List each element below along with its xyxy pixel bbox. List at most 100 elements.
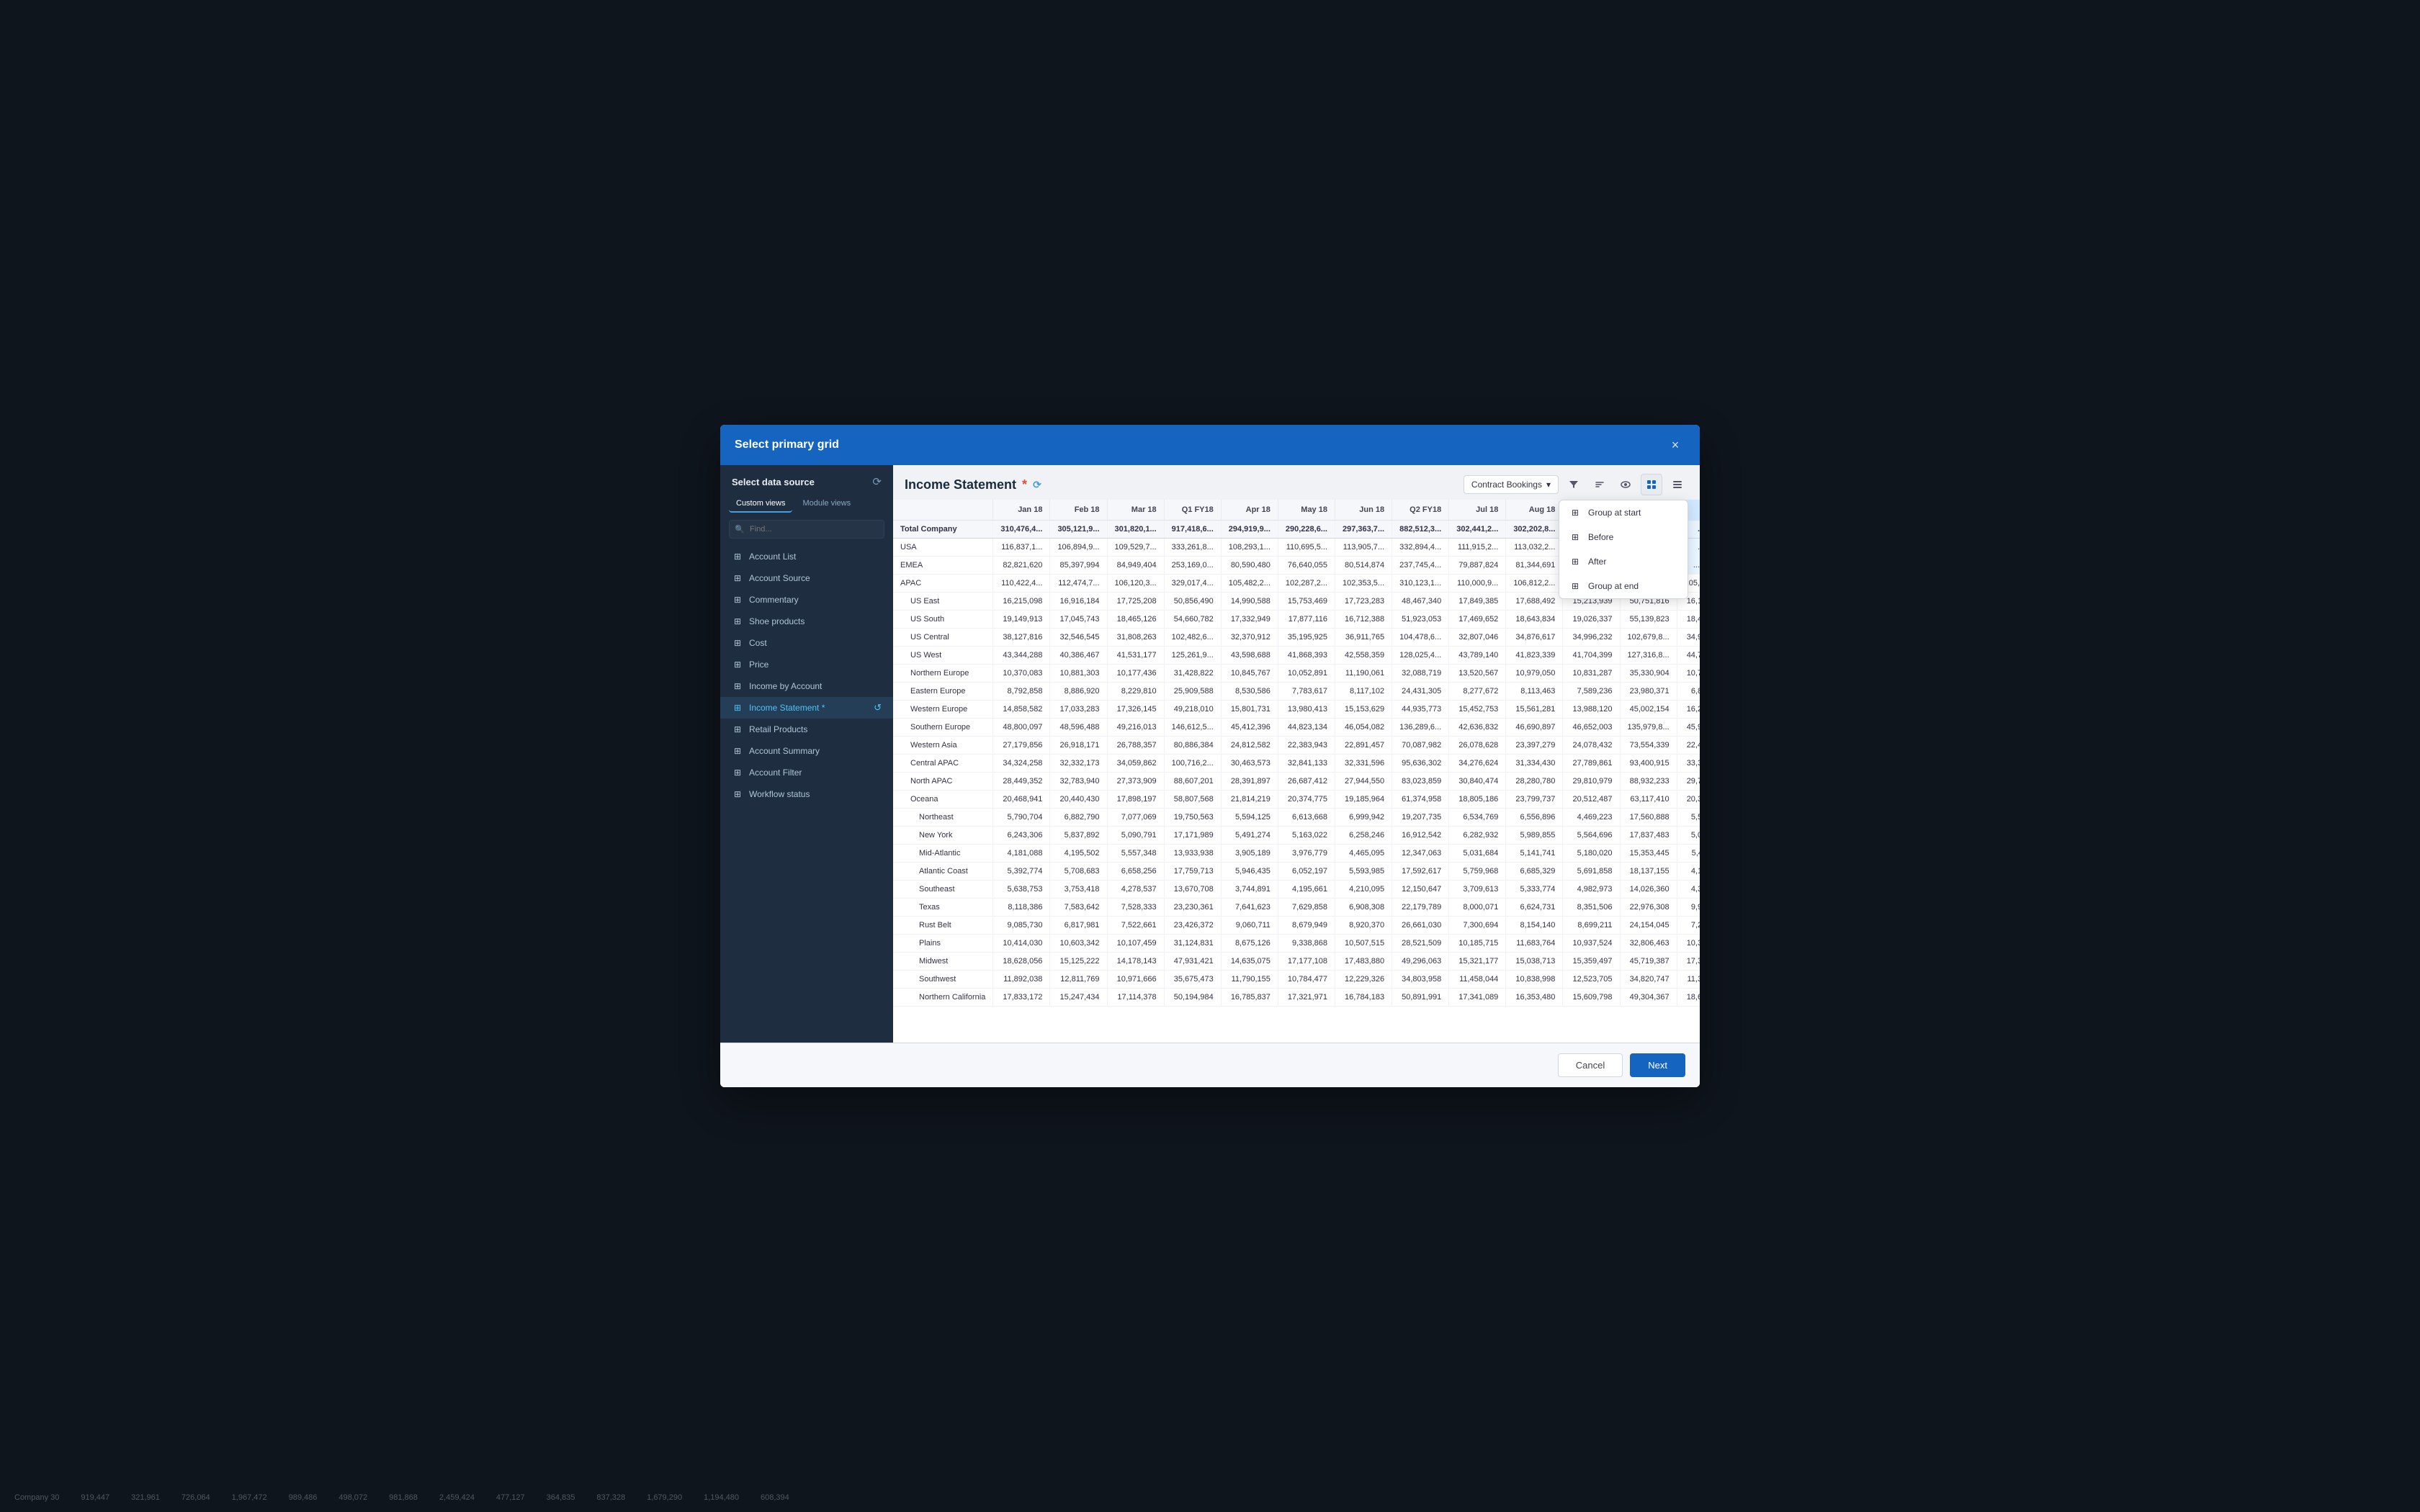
row-cell: 4,195,502 <box>1050 845 1107 863</box>
tab-custom-views[interactable]: Custom views <box>729 495 792 513</box>
row-cell: 102,679,8... <box>1620 629 1677 647</box>
eye-icon-btn[interactable] <box>1615 474 1636 495</box>
row-cell: 34,980,871 <box>1677 629 1700 647</box>
sidebar-item-cost[interactable]: ⊞ Cost <box>720 632 893 654</box>
row-cell: 27,373,909 <box>1107 773 1164 791</box>
sidebar-item-income-statement[interactable]: ⊞ Income Statement * ↺ <box>720 697 893 719</box>
row-cell: 17,469,652 <box>1449 611 1506 629</box>
row-cell: 110,695,5... <box>1278 539 1335 557</box>
row-cell: 42,558,359 <box>1335 647 1392 665</box>
row-cell: 4,278,537 <box>1107 881 1164 899</box>
row-cell: 22,179,789 <box>1392 899 1449 917</box>
filter-icon-btn[interactable] <box>1563 474 1585 495</box>
row-cell: 24,078,432 <box>1563 737 1620 755</box>
row-cell: 301,820,1... <box>1107 521 1164 539</box>
table-row: North APAC28,449,35232,783,94027,373,909… <box>893 773 1700 791</box>
menu-item-before[interactable]: ⊞ Before <box>1559 525 1688 549</box>
menu-item-group-start[interactable]: ⊞ Group at start <box>1559 500 1688 525</box>
row-cell: 17,341,089 <box>1449 989 1506 1007</box>
table-row: US West43,344,28840,386,46741,531,177125… <box>893 647 1700 665</box>
sidebar-item-price[interactable]: ⊞ Price <box>720 654 893 675</box>
row-cell: 18,643,834 <box>1506 611 1563 629</box>
sidebar-item-label: Income by Account <box>749 681 822 691</box>
row-cell: 3,744,891 <box>1221 881 1278 899</box>
row-cell: 18,465,126 <box>1107 611 1164 629</box>
row-cell: 7,629,858 <box>1278 899 1335 917</box>
tab-module-views[interactable]: Module views <box>795 495 858 513</box>
row-cell: 5,594,125 <box>1221 809 1278 827</box>
row-cell: 45,002,154 <box>1620 701 1677 719</box>
row-cell: 102,353,5... <box>1335 575 1392 593</box>
sidebar-item-account-source[interactable]: ⊞ Account Source <box>720 567 893 589</box>
close-button[interactable]: × <box>1665 435 1685 455</box>
sidebar-item-workflow-status[interactable]: ⊞ Workflow status <box>720 783 893 805</box>
search-input[interactable] <box>729 520 884 539</box>
grid-view-icon-btn[interactable] <box>1641 474 1662 495</box>
row-cell: 10,370,083 <box>993 665 1050 683</box>
row-cell: 34,324,258 <box>993 755 1050 773</box>
row-cell: 111,915,2... <box>1449 539 1506 557</box>
main-content: Income Statement * ⟳ Contract Bookings ▾ <box>893 465 1700 1043</box>
row-cell: 84,949,404 <box>1107 557 1164 575</box>
row-cell: 12,811,769 <box>1050 971 1107 989</box>
row-cell: 40,386,467 <box>1050 647 1107 665</box>
row-cell: 14,990,588 <box>1221 593 1278 611</box>
row-cell: 33,334,261 <box>1677 755 1700 773</box>
sort-icon-btn[interactable] <box>1589 474 1610 495</box>
row-cell: 17,483,880 <box>1335 953 1392 971</box>
row-cell: 11,683,764 <box>1506 935 1563 953</box>
row-label: Northern Europe <box>893 665 993 683</box>
row-cell: 16,208,437 <box>1677 701 1700 719</box>
main-title-text: Income Statement <box>905 477 1016 492</box>
menu-item-after[interactable]: ⊞ After <box>1559 549 1688 574</box>
contract-bookings-dropdown[interactable]: Contract Bookings ▾ <box>1464 475 1559 494</box>
row-cell: 20,364,528 <box>1677 791 1700 809</box>
list-view-icon-btn[interactable] <box>1667 474 1688 495</box>
col-header-apr18: Apr 18 <box>1221 500 1278 521</box>
sidebar: Select data source ⟳ Custom views Module… <box>720 465 893 1043</box>
row-cell: 32,546,545 <box>1050 629 1107 647</box>
grid-icon: ⊞ <box>732 724 743 735</box>
row-cell: 29,729,057 <box>1677 773 1700 791</box>
sidebar-item-shoe-products[interactable]: ⊞ Shoe products <box>720 611 893 632</box>
sidebar-refresh-icon[interactable]: ↺ <box>874 702 882 714</box>
row-cell: 46,690,897 <box>1506 719 1563 737</box>
sidebar-item-commentary[interactable]: ⊞ Commentary <box>720 589 893 611</box>
row-cell: 6,258,246 <box>1335 827 1392 845</box>
row-cell: 10,770,568 <box>1677 665 1700 683</box>
row-cell: 41,823,339 <box>1506 647 1563 665</box>
grid-icon: ⊞ <box>732 572 743 584</box>
row-cell: 6,685,329 <box>1506 863 1563 881</box>
sidebar-item-income-by-account[interactable]: ⊞ Income by Account <box>720 675 893 697</box>
sidebar-item-account-summary[interactable]: ⊞ Account Summary <box>720 740 893 762</box>
row-cell: 5,047,334 <box>1677 827 1700 845</box>
title-refresh-icon[interactable]: ⟳ <box>1033 479 1041 491</box>
row-cell: 80,590,480 <box>1221 557 1278 575</box>
row-cell: 22,383,943 <box>1278 737 1335 755</box>
row-cell: 5,790,704 <box>993 809 1050 827</box>
row-cell: 297,363,7... <box>1335 521 1392 539</box>
sidebar-item-account-filter[interactable]: ⊞ Account Filter <box>720 762 893 783</box>
row-cell: 10,831,287 <box>1563 665 1620 683</box>
row-cell: 23,799,737 <box>1506 791 1563 809</box>
row-cell: 5,557,348 <box>1107 845 1164 863</box>
row-cell: 31,124,831 <box>1164 935 1221 953</box>
row-cell: 16,712,388 <box>1335 611 1392 629</box>
modal-title: Select primary grid <box>735 438 839 451</box>
row-cell: 45,412,396 <box>1221 719 1278 737</box>
menu-item-group-end[interactable]: ⊞ Group at end <box>1559 574 1688 598</box>
row-cell: 17,849,385 <box>1449 593 1506 611</box>
refresh-icon[interactable]: ⟳ <box>872 475 882 488</box>
row-cell: 32,332,173 <box>1050 755 1107 773</box>
row-cell: 4,210,095 <box>1335 881 1392 899</box>
row-cell: 23,426,372 <box>1164 917 1221 935</box>
row-label: Eastern Europe <box>893 683 993 701</box>
row-cell: 146,612,5... <box>1164 719 1221 737</box>
row-cell: 26,687,412 <box>1278 773 1335 791</box>
row-cell: 9,973,085 <box>1677 899 1700 917</box>
cancel-button[interactable]: Cancel <box>1558 1053 1623 1077</box>
next-button[interactable]: Next <box>1630 1053 1685 1077</box>
sidebar-item-retail-products[interactable]: ⊞ Retail Products <box>720 719 893 740</box>
row-cell: 5,593,354 <box>1677 809 1700 827</box>
sidebar-item-account-list[interactable]: ⊞ Account List <box>720 546 893 567</box>
